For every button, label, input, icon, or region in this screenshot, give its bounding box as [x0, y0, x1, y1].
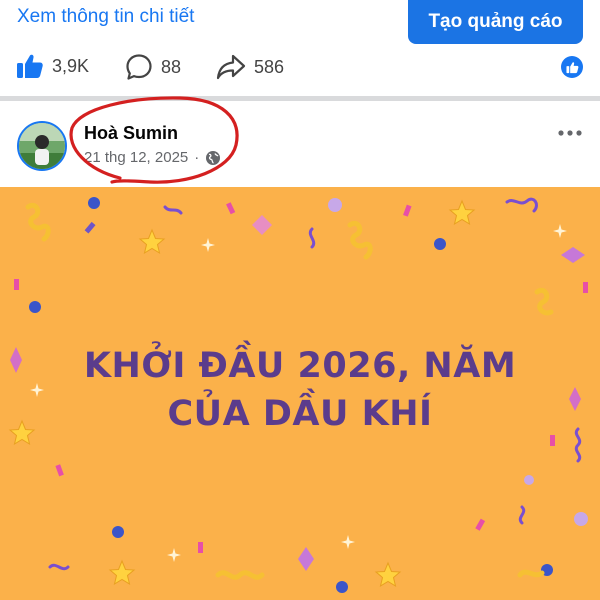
- globe-icon: [206, 150, 221, 165]
- create-ad-button[interactable]: Tạo quảng cáo: [408, 0, 583, 44]
- see-details-link[interactable]: Xem thông tin chi tiết: [17, 6, 194, 28]
- post-header: Hoà Sumin 21 thg 12, 2025 ·: [0, 101, 600, 187]
- author-name[interactable]: Hoà Sumin: [84, 123, 178, 144]
- post-date[interactable]: 21 thg 12, 2025: [84, 149, 188, 166]
- post-meta: 21 thg 12, 2025 ·: [84, 149, 221, 166]
- comment-icon: [126, 54, 152, 80]
- thumbs-up-icon: [17, 54, 43, 78]
- post-image[interactable]: KHỞI ĐẦU 2026, NĂM CỦA DẦU KHÍ: [0, 187, 600, 600]
- meta-separator: ·: [194, 149, 200, 166]
- headline-line-1: KHỞI ĐẦU 2026, NĂM: [83, 346, 517, 386]
- ad-strip: Xem thông tin chi tiết Tạo quảng cáo: [0, 0, 600, 44]
- more-icon: [558, 130, 582, 136]
- headline-line-2: CỦA DẦU KHÍ: [167, 394, 433, 434]
- comment-count: 88: [161, 56, 182, 77]
- like-count: 3,9K: [52, 55, 90, 76]
- share-count: 586: [254, 56, 285, 77]
- thumbs-up-icon: [565, 61, 578, 73]
- post-headline: KHỞI ĐẦU 2026, NĂM CỦA DẦU KHÍ: [0, 342, 600, 438]
- engagement-bar: 3,9K 88 586: [0, 44, 600, 92]
- avatar-photo: [19, 123, 65, 169]
- share-icon: [216, 54, 246, 80]
- comment-button[interactable]: 88: [125, 53, 181, 81]
- like-reaction-badge: [561, 56, 583, 78]
- share-button[interactable]: 586: [216, 53, 284, 81]
- like-button[interactable]: 3,9K: [16, 53, 89, 79]
- more-options-button[interactable]: [556, 123, 584, 143]
- avatar[interactable]: [17, 121, 67, 171]
